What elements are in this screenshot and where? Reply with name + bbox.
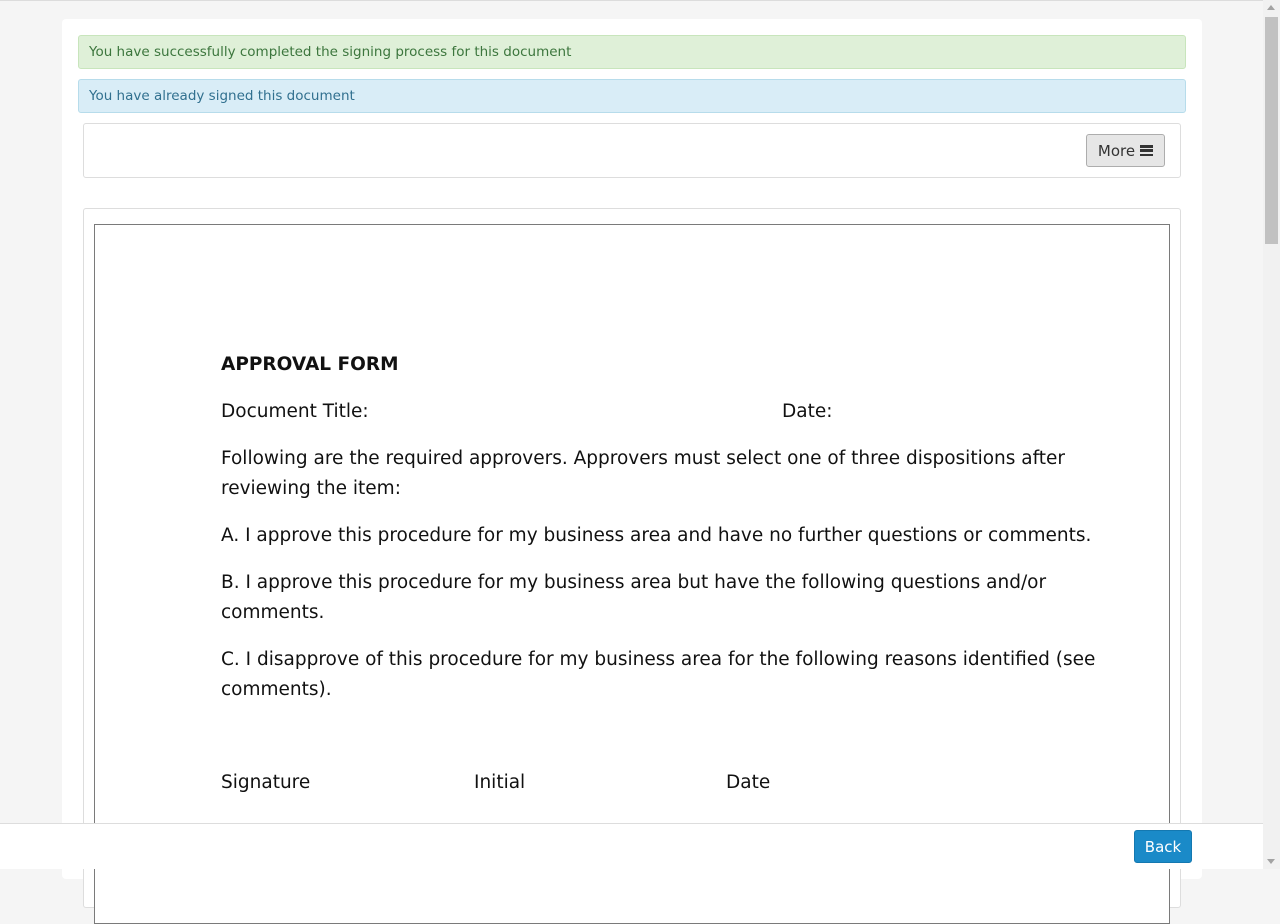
document-page: APPROVAL FORM Document Title: Date: Foll… — [94, 224, 1170, 924]
more-button-label: More — [1097, 141, 1136, 160]
signature-date-label: Date — [726, 772, 771, 793]
signature-label: Signature — [221, 772, 311, 793]
initial-label: Initial — [474, 772, 526, 793]
option-c-line-2: comments). — [221, 679, 332, 700]
scroll-thumb[interactable] — [1265, 17, 1278, 244]
document-title-label: Document Title: — [221, 401, 369, 422]
back-button[interactable]: Back — [1134, 830, 1192, 863]
footer-bar: Back — [0, 823, 1263, 869]
scroll-up-arrow-icon[interactable] — [1267, 5, 1275, 10]
top-divider — [0, 0, 1263, 1]
form-title: APPROVAL FORM — [221, 354, 399, 375]
info-alert: You have already signed this document — [78, 79, 1186, 113]
document-toolbar: More — [83, 123, 1181, 178]
date-label: Date: — [782, 401, 833, 422]
document-viewer[interactable]: APPROVAL FORM Document Title: Date: Foll… — [83, 208, 1181, 924]
intro-line-1: Following are the required approvers. Ap… — [221, 448, 1066, 469]
option-c-line-1: C. I disapprove of this procedure for my… — [221, 649, 1096, 670]
main-container: You have successfully completed the sign… — [62, 19, 1202, 924]
option-a: A. I approve this procedure for my busin… — [221, 525, 1092, 546]
vertical-scrollbar[interactable] — [1263, 0, 1280, 869]
success-alert: You have successfully completed the sign… — [78, 35, 1186, 69]
more-button[interactable]: More — [1086, 134, 1165, 167]
option-b-line-2: comments. — [221, 602, 325, 623]
intro-line-2: reviewing the item: — [221, 478, 401, 499]
option-b-line-1: B. I approve this procedure for my busin… — [221, 572, 1047, 593]
scroll-down-arrow-icon[interactable] — [1267, 859, 1275, 864]
bars-icon — [1140, 145, 1154, 156]
